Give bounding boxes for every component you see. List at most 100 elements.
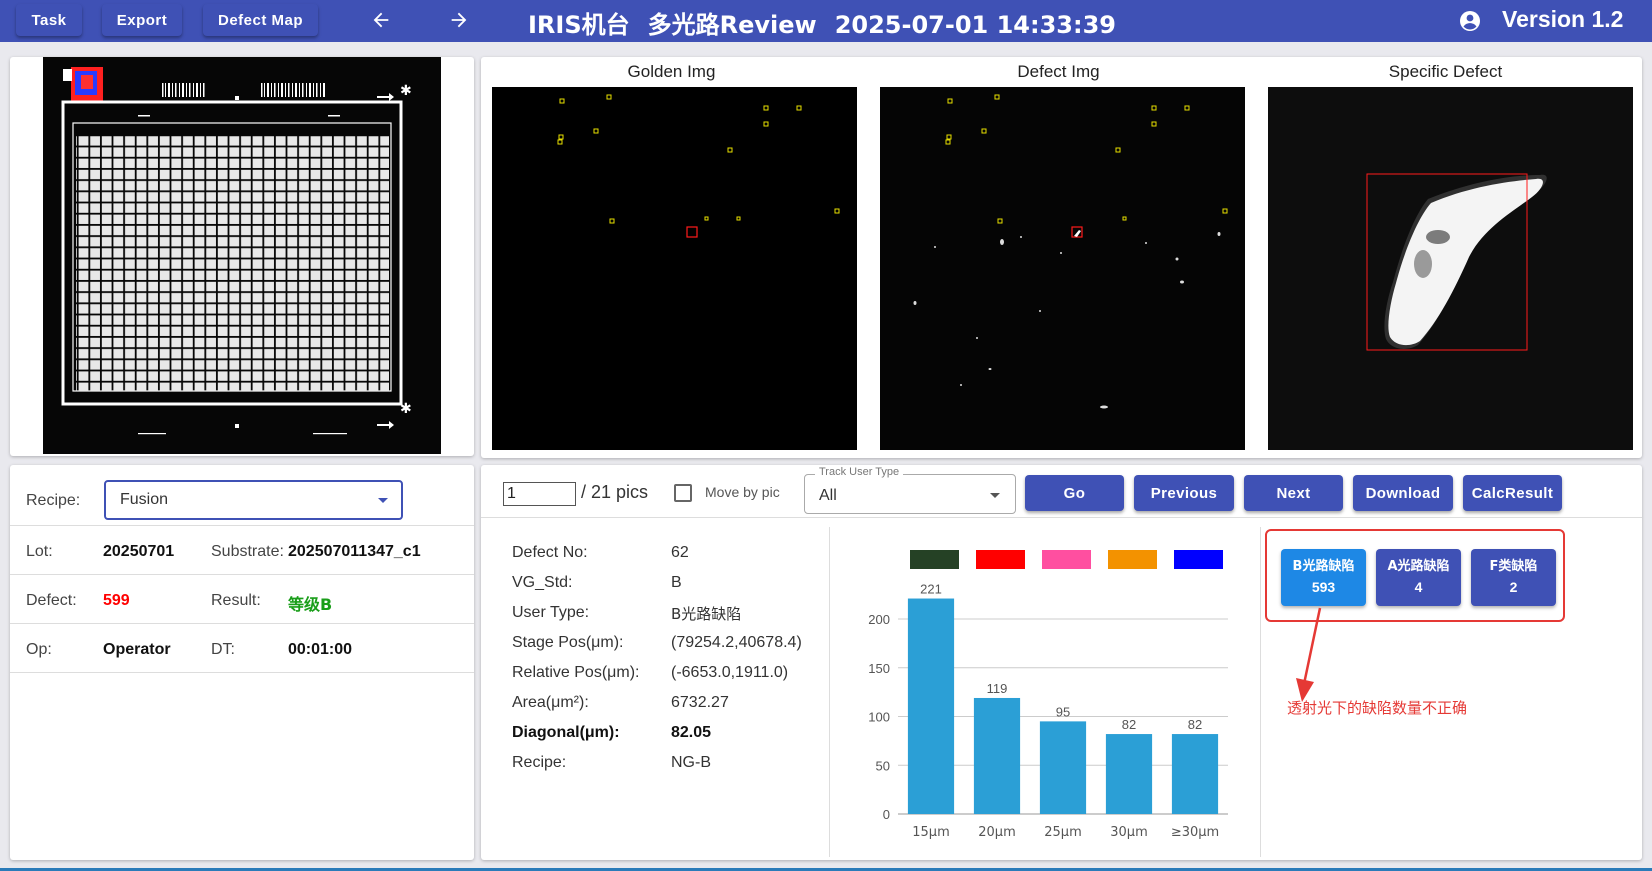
y-tick-label: 200: [868, 612, 890, 627]
x-tick-label: 25μm: [1044, 825, 1081, 840]
y-tick-label: 150: [868, 661, 890, 676]
top-app-bar: Task Export Defect Map IRIS机台 多光路Review 20…: [0, 0, 1652, 42]
version-label: Version 1.2: [1502, 6, 1624, 32]
lot-value: 20250701: [103, 543, 175, 560]
machine-name: IRIS机台: [528, 11, 630, 39]
track-user-type-value: All: [819, 487, 837, 504]
bar: [973, 697, 1021, 814]
detail-value: (-6653.0,1911.0): [671, 664, 789, 681]
legend-swatch: [1042, 550, 1091, 569]
defect-type-count: 4: [1414, 579, 1423, 595]
annotation-text: 透射光下的缺陷数量不正确: [1287, 699, 1468, 717]
defect-type-count: 593: [1311, 579, 1336, 595]
defect-label: Defect:: [26, 592, 77, 609]
bar: [1105, 734, 1153, 814]
defect-size-chart: 0 50 100 150 200 221 15μm 119 20μm 95 25μm 82 30μm 82…: [868, 550, 1228, 840]
defect-type-button[interactable]: B光路缺陷 593: [1281, 549, 1366, 606]
specific-defect-image[interactable]: [1268, 87, 1633, 450]
data-label: 82: [1122, 717, 1136, 732]
defect-type-name: A光路缺陷: [1387, 559, 1450, 574]
defect-img-title: Defect Img: [1017, 62, 1100, 81]
recipe-value: Fusion: [120, 491, 169, 508]
golden-img-title: Golden Img: [627, 62, 716, 81]
data-label: 119: [987, 681, 1008, 696]
download-button[interactable]: Download: [1353, 475, 1453, 511]
defect-type-count: 2: [1509, 579, 1518, 595]
divider: [1260, 527, 1261, 857]
task-button[interactable]: Task: [16, 4, 82, 36]
legend-swatch: [1174, 550, 1223, 569]
defect-type-button[interactable]: A光路缺陷 4: [1376, 549, 1461, 606]
recipe-select[interactable]: Fusion: [104, 480, 403, 520]
golden-image[interactable]: [492, 87, 857, 450]
track-user-type-select[interactable]: Track User Type All: [804, 466, 1016, 514]
data-label: 95: [1056, 704, 1070, 719]
op-label: Op:: [26, 641, 52, 658]
legend-swatch: [910, 550, 959, 569]
x-tick-label: ≥30μm: [1171, 825, 1219, 840]
page-title: IRIS机台 多光路Review 2025-07-01 14:33:39: [528, 5, 1134, 40]
divider: [481, 517, 1642, 518]
defect-type-name: B光路缺陷: [1292, 559, 1355, 574]
detail-label: Stage Pos(μm):: [512, 634, 624, 651]
detail-label: Relative Pos(μm):: [512, 664, 640, 681]
data-label: 82: [1188, 717, 1202, 732]
lot-label: Lot:: [26, 543, 53, 560]
detail-label: Defect No:: [512, 544, 588, 561]
result-value: 等级B: [288, 595, 333, 614]
detail-value: NG-B: [671, 754, 711, 771]
defect-map-button[interactable]: Defect Map: [203, 4, 318, 36]
defect-type-name: F类缺陷: [1489, 559, 1538, 574]
detail-value: (79254.2,40678.4): [671, 634, 802, 651]
substrate-label: Substrate:: [211, 543, 284, 560]
legend-swatch: [1108, 550, 1157, 569]
export-button[interactable]: Export: [102, 4, 182, 36]
specific-defect-title: Specific Defect: [1388, 62, 1503, 81]
svg-text:✱: ✱: [400, 83, 412, 99]
chevron-down-icon: [990, 493, 1000, 498]
mode-name: 多光路Review: [647, 11, 817, 39]
detail-label: User Type:: [512, 604, 590, 621]
datetime: 2025-07-01 14:33:39: [834, 11, 1116, 39]
y-tick-label: 50: [876, 758, 890, 773]
chevron-down-icon: [378, 498, 388, 503]
y-tick-label: 100: [868, 710, 890, 725]
x-tick-label: 20μm: [978, 825, 1015, 840]
account-circle-icon[interactable]: [1458, 9, 1482, 33]
page-number-input[interactable]: 1: [503, 482, 576, 506]
annotation-arrow: [1296, 607, 1322, 702]
previous-button[interactable]: Previous: [1134, 475, 1234, 511]
go-button[interactable]: Go: [1025, 475, 1124, 511]
bar: [907, 598, 955, 814]
dt-value: 00:01:00: [288, 641, 353, 658]
legend-swatch: [976, 550, 1025, 569]
op-value: Operator: [103, 641, 171, 658]
detail-label: VG_Std:: [512, 574, 573, 591]
result-label: Result:: [211, 592, 261, 609]
divider: [829, 527, 830, 857]
substrate-map[interactable]: ✱ ✱: [43, 57, 441, 454]
detail-label: Diagonal(μm):: [512, 724, 620, 741]
calc-result-button[interactable]: CalcResult: [1463, 475, 1562, 511]
dt-label: DT:: [211, 641, 235, 658]
arrow-left-icon[interactable]: [366, 6, 396, 34]
move-by-pic-checkbox[interactable]: [674, 484, 692, 502]
bar: [1039, 721, 1087, 814]
detail-value: 82.05: [671, 724, 712, 741]
x-tick-label: 15μm: [912, 825, 949, 840]
defect-image[interactable]: [880, 87, 1245, 450]
x-tick-label: 30μm: [1110, 825, 1147, 840]
defect-type-button[interactable]: F类缺陷 2: [1471, 549, 1556, 606]
y-tick-label: 0: [883, 807, 890, 822]
data-label: 221: [920, 582, 942, 597]
substrate-value: 202507011347_c1: [288, 543, 421, 560]
recipe-label: Recipe:: [26, 492, 81, 509]
defect-count: 599: [103, 592, 130, 609]
arrow-right-icon[interactable]: [444, 6, 474, 34]
move-by-pic-label: Move by pic: [705, 484, 780, 500]
next-button[interactable]: Next: [1244, 475, 1343, 511]
op-row: [10, 624, 474, 673]
detail-value: 62: [671, 544, 689, 561]
detail-label: Area(μm²):: [512, 694, 589, 711]
detail-value: B: [671, 574, 682, 591]
